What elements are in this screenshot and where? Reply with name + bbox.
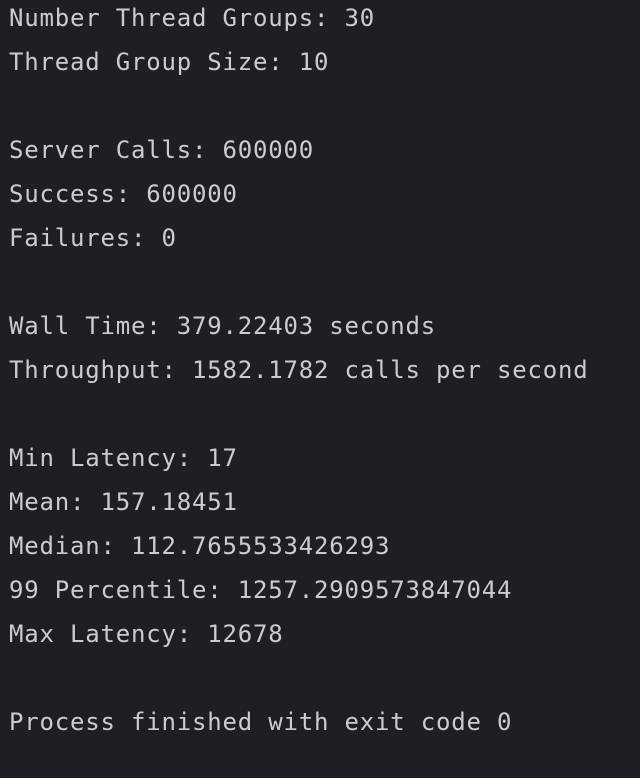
median-latency-line: Median: 112.7655533426293 bbox=[9, 532, 391, 560]
server-calls-line: Server Calls: 600000 bbox=[9, 136, 314, 164]
wall-time-line: Wall Time: 379.22403 seconds bbox=[9, 312, 436, 340]
process-exit-line: Process finished with exit code 0 bbox=[9, 708, 513, 736]
min-latency-line: Min Latency: 17 bbox=[9, 444, 238, 472]
failures-line: Failures: 0 bbox=[9, 224, 177, 252]
number-thread-groups-line: Number Thread Groups: 30 bbox=[9, 4, 375, 32]
thread-group-size-line: Thread Group Size: 10 bbox=[9, 48, 330, 76]
mean-latency-line: Mean: 157.18451 bbox=[9, 488, 238, 516]
p99-latency-line: 99 Percentile: 1257.2909573847044 bbox=[9, 576, 513, 604]
throughput-line: Throughput: 1582.1782 calls per second bbox=[9, 356, 589, 384]
success-line: Success: 600000 bbox=[9, 180, 238, 208]
max-latency-line: Max Latency: 12678 bbox=[9, 620, 284, 648]
run-console-output[interactable]: Number Thread Groups: 30 Thread Group Si… bbox=[0, 0, 640, 778]
